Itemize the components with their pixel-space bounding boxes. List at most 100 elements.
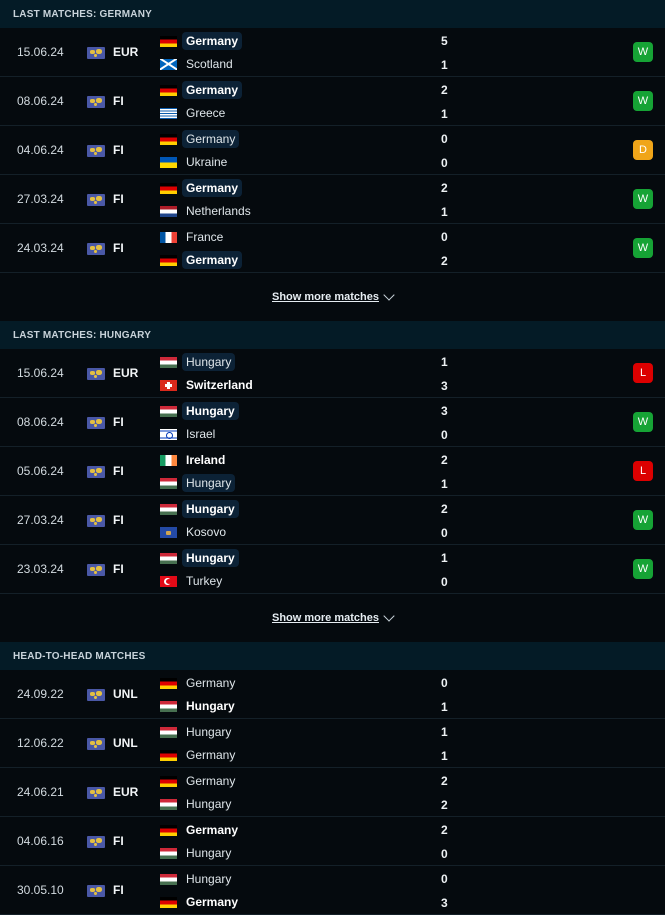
away-flag-icon (160, 749, 177, 761)
away-flag-icon (160, 428, 177, 440)
home-score: 0 (441, 132, 448, 146)
match-row[interactable]: 04.06.16 FI Germany Hungary 2 0 (0, 817, 665, 866)
match-date: 08.06.24 (17, 415, 64, 429)
match-date: 12.06.22 (17, 736, 64, 750)
home-team-name: Hungary (182, 402, 239, 420)
section-title: Last matches: Germany (0, 0, 665, 28)
home-score: 1 (441, 725, 448, 739)
match-row[interactable]: 15.06.24 EUR Germany Scotland 5 1 W (0, 28, 665, 77)
away-flag-icon (160, 896, 177, 908)
match-row[interactable]: 12.06.22 UNL Hungary Germany 1 1 (0, 719, 665, 768)
match-row[interactable]: 24.09.22 UNL Germany Hungary 0 1 (0, 670, 665, 719)
away-team: Germany (160, 250, 243, 270)
match-row[interactable]: 08.06.24 FI Germany Greece 2 1 W (0, 77, 665, 126)
chevron-down-icon[interactable] (383, 288, 395, 301)
result-badge: W (633, 238, 653, 258)
home-score: 1 (441, 355, 448, 369)
match-row[interactable]: 05.06.24 FI Ireland Hungary 2 1 L (0, 447, 665, 496)
away-score: 0 (441, 575, 448, 589)
world-competition-icon (87, 417, 105, 429)
away-score: 0 (441, 428, 448, 442)
match-date: 08.06.24 (17, 94, 64, 108)
away-score: 1 (441, 107, 448, 121)
home-team-name: Hungary (182, 549, 239, 567)
match-list: 15.06.24 EUR Hungary Switzerland 1 3 L 0… (0, 349, 665, 594)
home-flag-icon (160, 84, 177, 96)
result-badge: W (633, 559, 653, 579)
match-date: 23.03.24 (17, 562, 64, 576)
home-score: 2 (441, 83, 448, 97)
away-team-name: Hungary (182, 474, 236, 492)
match-list: 24.09.22 UNL Germany Hungary 0 1 12.06.2… (0, 670, 665, 915)
match-row[interactable]: 24.03.24 FI France Germany 0 2 W (0, 224, 665, 273)
away-team-name: Israel (186, 427, 216, 441)
away-team: Israel (160, 424, 219, 444)
away-score: 1 (441, 749, 448, 763)
matches-section: Head-to-head matches 24.09.22 UNL German… (0, 642, 665, 915)
home-team: Germany (160, 673, 239, 693)
home-team-name: Ireland (186, 453, 226, 467)
away-score: 1 (441, 700, 448, 714)
home-team: Germany (160, 820, 242, 840)
section-title: Head-to-head matches (0, 642, 665, 670)
home-team-name: Hungary (182, 353, 236, 371)
away-team-name: Kosovo (186, 525, 227, 539)
match-date: 04.06.16 (17, 834, 64, 848)
home-team-name: Hungary (186, 872, 232, 886)
competition-code: FI (113, 562, 124, 576)
world-competition-icon (87, 738, 105, 750)
home-team: Germany (160, 771, 239, 791)
match-date: 24.09.22 (17, 687, 64, 701)
home-score: 5 (441, 34, 448, 48)
competition-code: EUR (113, 366, 139, 380)
match-row[interactable]: 27.03.24 FI Germany Netherlands 2 1 W (0, 175, 665, 224)
home-score: 2 (441, 823, 448, 837)
home-team-name: France (186, 230, 224, 244)
world-competition-icon (87, 836, 105, 848)
competition-code: FI (113, 94, 124, 108)
away-score: 2 (441, 798, 448, 812)
away-team: Scotland (160, 54, 237, 74)
world-competition-icon (87, 466, 105, 478)
match-row[interactable]: 30.05.10 FI Hungary Germany 0 3 (0, 866, 665, 915)
competition-code: FI (113, 513, 124, 527)
away-team: Ukraine (160, 152, 231, 172)
away-score: 3 (441, 379, 448, 393)
home-team: Hungary (160, 548, 239, 568)
match-row[interactable]: 27.03.24 FI Hungary Kosovo 2 0 W (0, 496, 665, 545)
match-row[interactable]: 04.06.24 FI Germany Ukraine 0 0 D (0, 126, 665, 175)
away-flag-icon (160, 700, 177, 712)
home-team-name: Germany (182, 130, 240, 148)
away-team: Greece (160, 103, 229, 123)
away-team-name: Scotland (186, 57, 233, 71)
show-more-container: Show more matches (0, 594, 665, 642)
world-competition-icon (87, 96, 105, 108)
home-flag-icon (160, 356, 177, 368)
away-team: Turkey (160, 571, 226, 591)
home-team-name: Germany (186, 774, 236, 788)
home-flag-icon (160, 775, 177, 787)
match-row[interactable]: 23.03.24 FI Hungary Turkey 1 0 W (0, 545, 665, 594)
away-flag-icon (160, 156, 177, 168)
away-flag-icon (160, 798, 177, 810)
show-more-matches-link[interactable]: Show more matches (272, 291, 379, 303)
away-team-name: Hungary (186, 797, 232, 811)
match-row[interactable]: 24.06.21 EUR Germany Hungary 2 2 (0, 768, 665, 817)
chevron-down-icon[interactable] (383, 609, 395, 622)
show-more-matches-link[interactable]: Show more matches (272, 612, 379, 624)
match-row[interactable]: 08.06.24 FI Hungary Israel 3 0 W (0, 398, 665, 447)
competition-code: EUR (113, 45, 139, 59)
result-badge: L (633, 461, 653, 481)
away-score: 1 (441, 58, 448, 72)
competition-code: EUR (113, 785, 139, 799)
home-score: 0 (441, 676, 448, 690)
competition-code: FI (113, 192, 124, 206)
match-date: 15.06.24 (17, 45, 64, 59)
away-team-name: Greece (186, 106, 226, 120)
home-flag-icon (160, 35, 177, 47)
result-badge: W (633, 42, 653, 62)
result-badge: W (633, 510, 653, 530)
away-team-name: Switzerland (186, 378, 253, 392)
competition-code: FI (113, 883, 124, 897)
match-row[interactable]: 15.06.24 EUR Hungary Switzerland 1 3 L (0, 349, 665, 398)
